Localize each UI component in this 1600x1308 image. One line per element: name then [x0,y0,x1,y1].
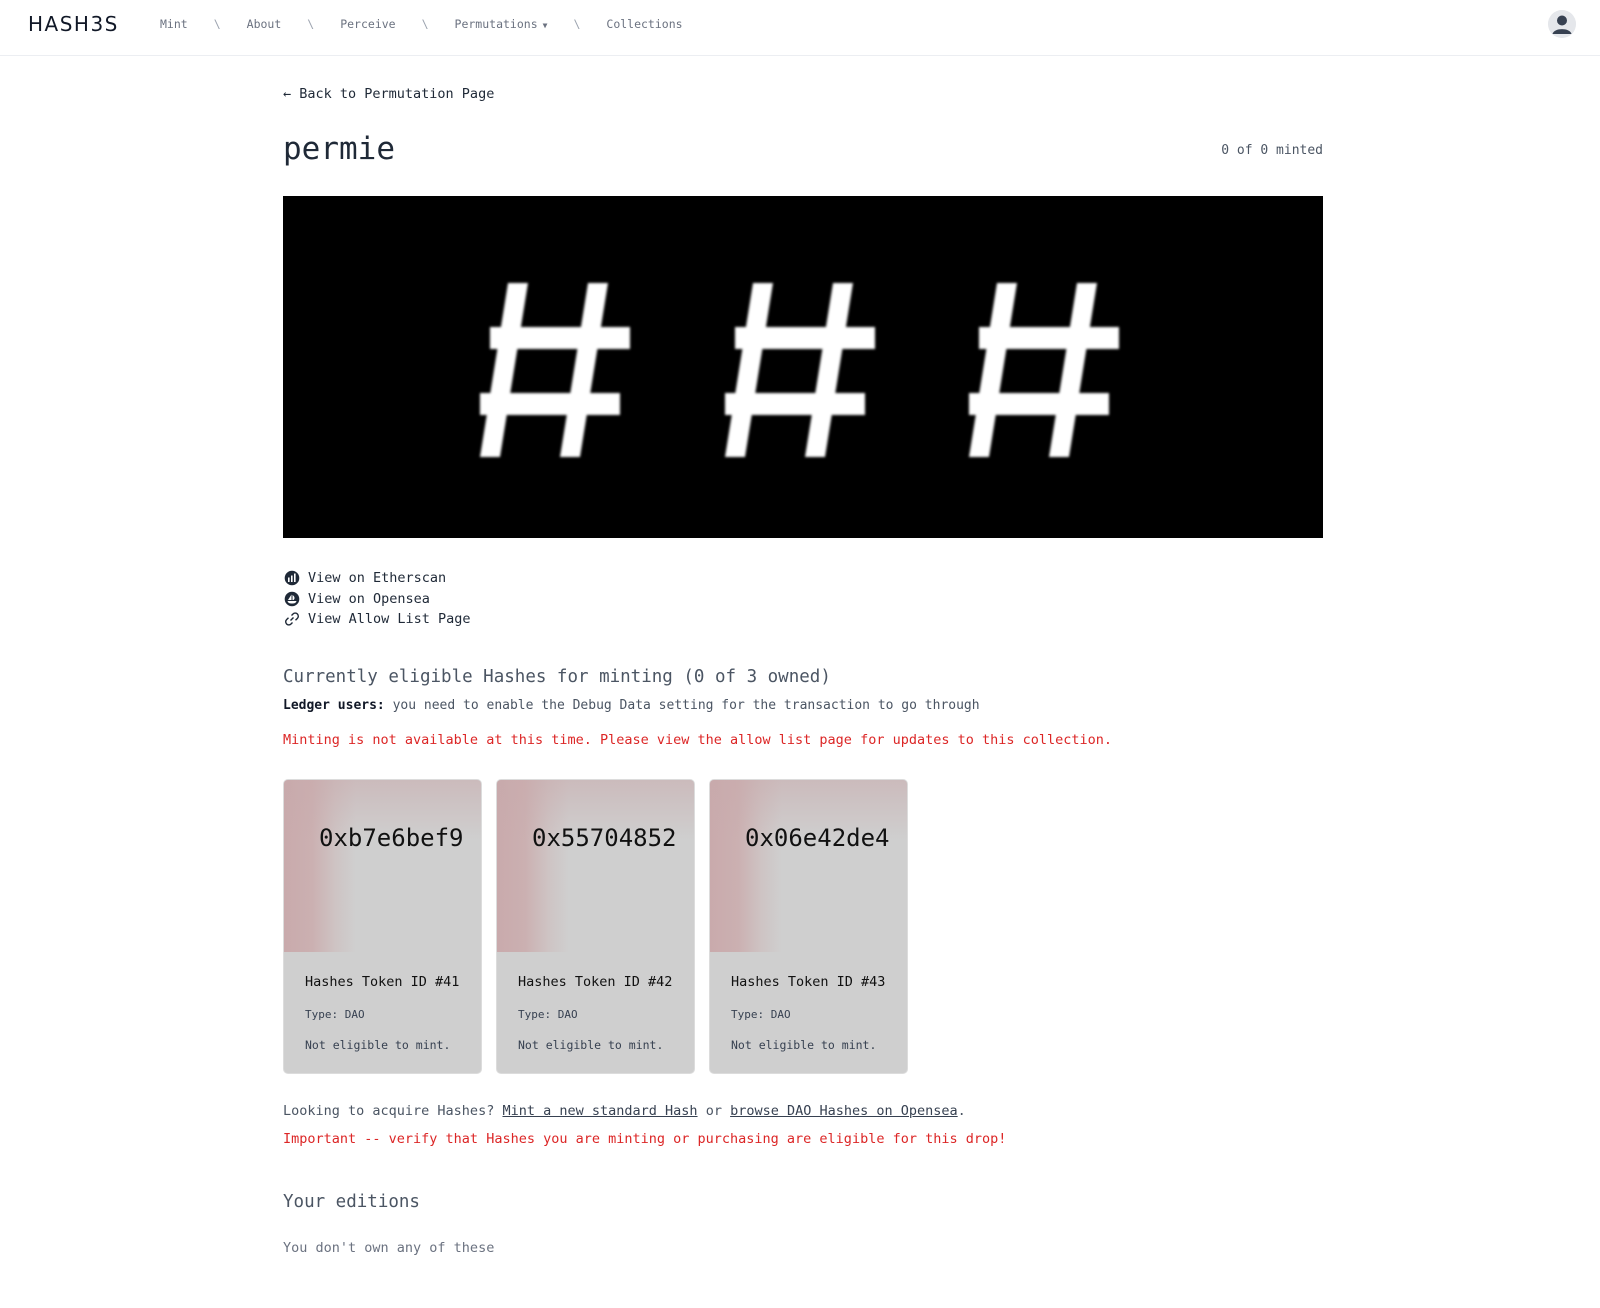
etherscan-link[interactable]: View on Etherscan [283,568,471,589]
important-warning: Important -- verify that Hashes you are … [283,1131,1007,1147]
browse-dao-hashes-link[interactable]: browse DAO Hashes on Opensea [730,1103,958,1119]
hash-card-type: Type: DAO [731,1008,791,1021]
hash-card[interactable]: 0xb7e6bef9 Hashes Token ID #41 Type: DAO… [284,780,481,1073]
hash-card-artwork [497,780,694,952]
link-icon [283,611,300,628]
hero-image [283,196,1323,538]
main-nav: Mint \ About \ Perceive \ Permutations ▼ … [160,17,683,31]
chevron-down-icon: ▼ [542,21,548,30]
nav-separator: \ [213,17,221,31]
nav-separator: \ [307,17,315,31]
hash-card-title: Hashes Token ID #42 [518,974,673,990]
top-navigation-bar: HASH3S Mint \ About \ Perceive \ Permuta… [0,0,1600,56]
hash-card-title: Hashes Token ID #41 [305,974,460,990]
user-avatar-icon[interactable] [1548,10,1576,38]
nav-item-permutations[interactable]: Permutations ▼ [455,17,548,31]
hash-card-title: Hashes Token ID #43 [731,974,886,990]
hashes-logo[interactable]: HASH3S [28,12,119,36]
external-links: View on Etherscan View on Opensea View A… [283,568,471,630]
ledger-notice: Ledger users: you need to enable the Deb… [283,698,980,713]
ledger-text: you need to enable the Debug Data settin… [392,698,980,713]
hash-card-eligibility: Not eligible to mint. [731,1038,877,1052]
nav-separator: \ [573,17,581,31]
hash-card-artwork [284,780,481,952]
hash-card-type: Type: DAO [305,1008,365,1021]
opensea-icon [283,590,300,607]
minting-unavailable-notice: Minting is not available at this time. P… [283,732,1113,748]
hash-card[interactable]: 0x06e42de4 Hashes Token ID #43 Type: DAO… [710,780,907,1073]
hash-card-type: Type: DAO [518,1008,578,1021]
hash-card-value: 0x06e42de4 [745,824,890,852]
acquire-or: or [705,1103,722,1119]
acquire-prefix: Looking to acquire Hashes? [283,1103,495,1119]
hash-cards: 0xb7e6bef9 Hashes Token ID #41 Type: DAO… [284,780,923,1073]
back-to-permutation-link[interactable]: ← Back to Permutation Page [283,86,494,102]
acquire-suffix: . [957,1103,966,1119]
nav-item-mint[interactable]: Mint [160,17,188,31]
nav-item-collections[interactable]: Collections [606,17,682,31]
allow-list-link-label: View Allow List Page [308,611,471,628]
etherscan-icon [283,570,300,587]
editions-empty-state: You don't own any of these [283,1240,495,1256]
etherscan-link-label: View on Etherscan [308,570,447,587]
nav-item-about[interactable]: About [247,17,282,31]
hash-card-value: 0xb7e6bef9 [319,824,464,852]
opensea-link-label: View on Opensea [308,590,430,607]
hash-card-artwork [710,780,907,952]
allow-list-link[interactable]: View Allow List Page [283,609,471,630]
page-title: permie [283,131,395,167]
hash-card-eligibility: Not eligible to mint. [518,1038,664,1052]
hash-card-eligibility: Not eligible to mint. [305,1038,451,1052]
opensea-link[interactable]: View on Opensea [283,589,471,610]
hash-card[interactable]: 0x55704852 Hashes Token ID #42 Type: DAO… [497,780,694,1073]
hash-card-value: 0x55704852 [532,824,677,852]
minted-count: 0 of 0 minted [1221,143,1323,158]
eligible-hashes-heading: Currently eligible Hashes for minting (0… [283,667,831,687]
acquire-hashes-text: Looking to acquire Hashes? Mint a new st… [283,1103,966,1119]
mint-standard-hash-link[interactable]: Mint a new standard Hash [502,1103,697,1119]
nav-item-perceive[interactable]: Perceive [340,17,395,31]
nav-item-permutations-label: Permutations [454,17,538,31]
your-editions-heading: Your editions [283,1192,420,1212]
hash-glyphs-artwork [480,283,1119,457]
ledger-label: Ledger users: [283,698,385,713]
nav-separator: \ [421,17,429,31]
